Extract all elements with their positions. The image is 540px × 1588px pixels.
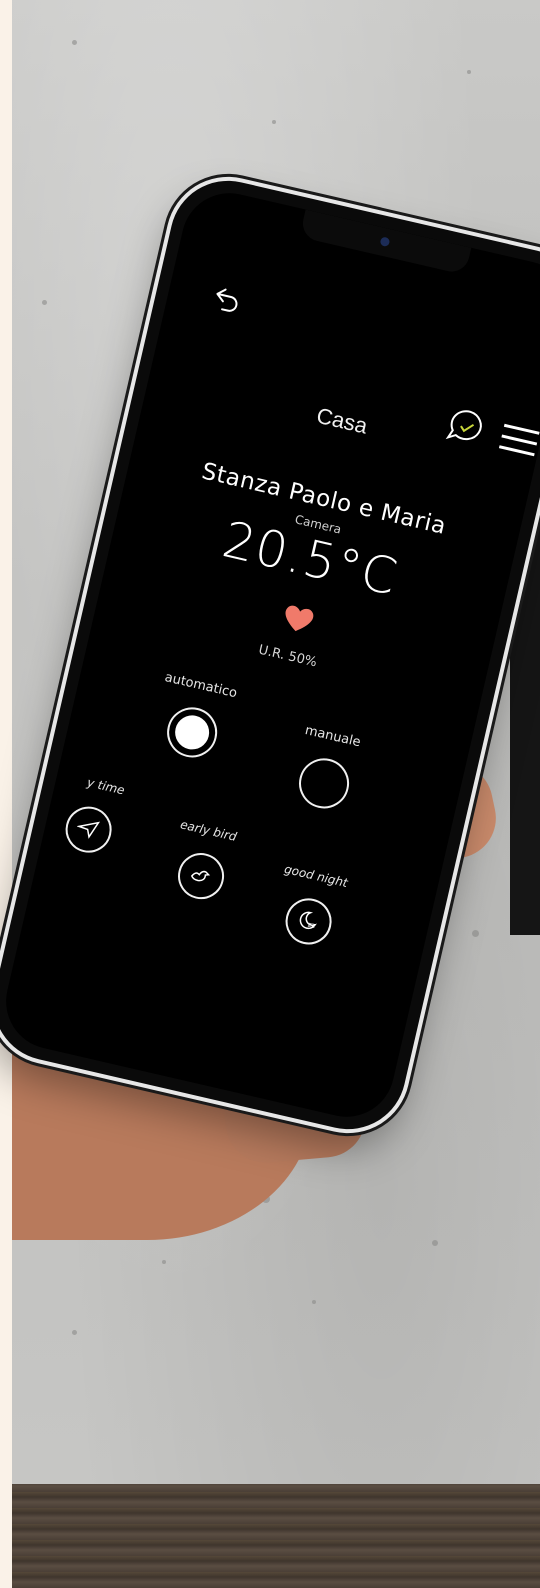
moon-sleep-icon: zz xyxy=(299,911,317,930)
preset-button-time[interactable] xyxy=(61,802,117,858)
mode-button-automatico[interactable] xyxy=(162,702,223,763)
preset-label-good-night: good night xyxy=(282,861,350,891)
preset-label-time: y time xyxy=(85,775,126,798)
preset-button-good-night[interactable]: zz xyxy=(281,893,337,950)
send-icon xyxy=(76,821,101,839)
wooden-floor xyxy=(12,1484,540,1588)
mode-label-manuale: manuale xyxy=(303,722,363,751)
left-strip xyxy=(0,0,12,1588)
svg-text:zz: zz xyxy=(307,920,316,930)
back-arrow-icon[interactable] xyxy=(205,280,246,321)
front-camera-icon xyxy=(379,236,391,248)
bird-icon xyxy=(190,870,211,882)
preset-label-early-bird: early bird xyxy=(178,817,239,844)
mode-label-automatico: automatico xyxy=(163,670,239,702)
preset-button-early-bird[interactable] xyxy=(173,848,229,904)
mode-button-manuale[interactable] xyxy=(294,753,355,814)
heart-icon xyxy=(279,600,319,637)
